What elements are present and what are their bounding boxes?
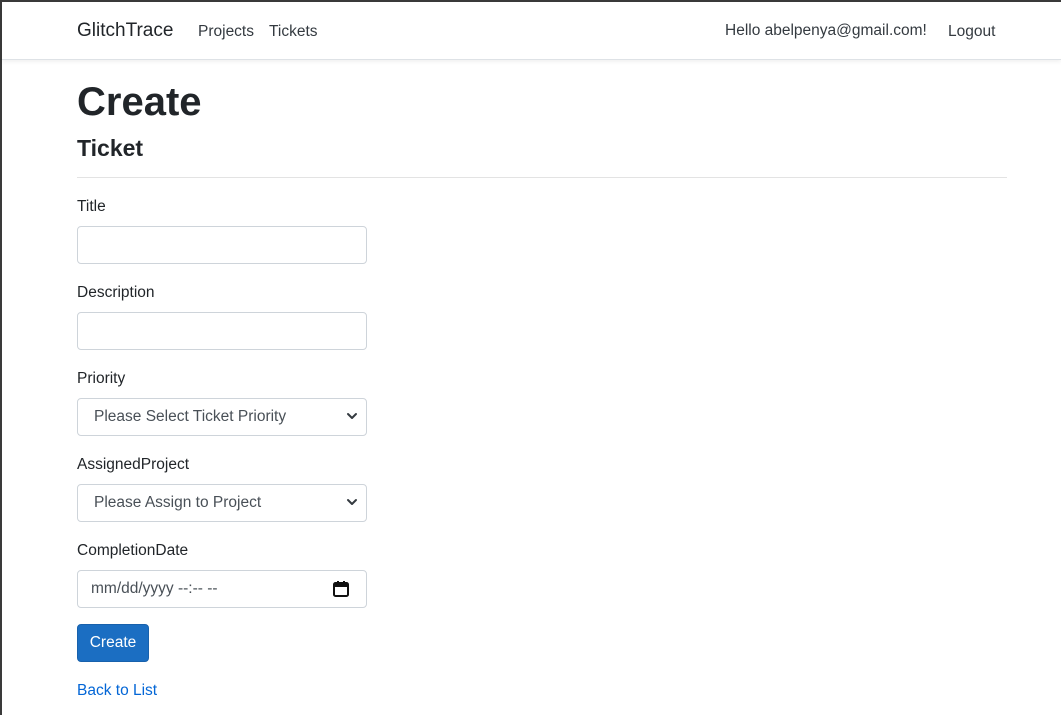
chevron-down-icon — [347, 413, 357, 419]
top-navbar: GlitchTrace Projects Tickets Hello abelp… — [2, 2, 1061, 60]
title-label: Title — [77, 198, 106, 215]
logout-button[interactable]: Logout — [948, 23, 995, 41]
priority-select[interactable]: Please Select Ticket Priority — [77, 398, 367, 436]
project-select-value: Please Assign to Project — [94, 494, 262, 511]
calendar-icon[interactable] — [332, 580, 350, 598]
brand-link[interactable]: GlitchTrace — [77, 20, 173, 42]
nav-link-projects[interactable]: Projects — [198, 23, 254, 41]
chevron-down-icon — [347, 499, 357, 505]
nav-link-tickets[interactable]: Tickets — [269, 23, 318, 41]
description-input[interactable] — [77, 312, 367, 350]
app-window: GlitchTrace Projects Tickets Hello abelp… — [0, 0, 1061, 715]
create-button[interactable]: Create — [77, 624, 149, 662]
description-label: Description — [77, 284, 155, 301]
completion-date-placeholder: mm/dd/yyyy --:-- -- — [91, 580, 218, 597]
title-input[interactable] — [77, 226, 367, 264]
page-title: Create — [77, 80, 202, 124]
completion-date-label: CompletionDate — [77, 542, 189, 559]
completion-date-input[interactable]: mm/dd/yyyy --:-- -- — [77, 570, 367, 608]
project-label: AssignedProject — [77, 456, 190, 473]
divider — [77, 177, 1007, 178]
back-to-list-link[interactable]: Back to List — [77, 682, 157, 700]
priority-label: Priority — [77, 370, 126, 387]
priority-select-value: Please Select Ticket Priority — [94, 408, 287, 425]
project-select[interactable]: Please Assign to Project — [77, 484, 367, 522]
page-subtitle: Ticket — [77, 135, 144, 161]
user-greeting[interactable]: Hello abelpenya@gmail.com! — [725, 22, 927, 40]
